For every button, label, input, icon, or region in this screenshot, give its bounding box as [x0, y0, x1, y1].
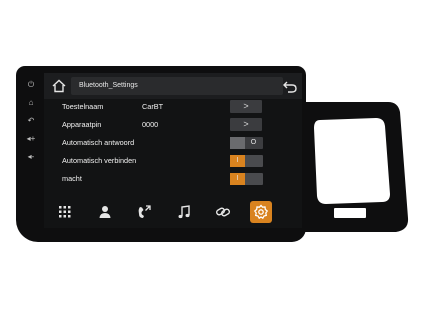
power-toggle[interactable]: I — [230, 173, 263, 185]
setting-label: macht — [62, 174, 82, 183]
settings-icon — [253, 204, 269, 220]
toggle-knob — [230, 137, 245, 149]
home-icon — [52, 79, 66, 93]
top-bar: Bluetooth_Settings — [44, 73, 302, 99]
setting-value: CarBT — [142, 102, 164, 111]
page-title: Bluetooth_Settings — [79, 82, 138, 89]
music-icon — [178, 205, 190, 219]
setting-row-power: macht I — [44, 170, 302, 188]
chevron-right-icon: > — [243, 119, 249, 129]
dock-settings[interactable] — [250, 201, 272, 223]
toggle-off-mark: O — [250, 139, 257, 146]
dock-music[interactable] — [173, 201, 195, 223]
volume-down-icon[interactable]: ◂- — [26, 152, 36, 162]
side-button-strip: ⏻ ⌂ ↶ ◂+ ◂- — [20, 70, 40, 230]
chevron-right-icon: > — [243, 101, 249, 111]
bottom-dock — [44, 197, 302, 228]
dock-contacts[interactable] — [94, 201, 116, 223]
dock-link[interactable] — [212, 201, 234, 223]
dock-dialpad[interactable] — [54, 201, 76, 223]
setting-label: Apparaatpin — [62, 120, 102, 129]
setting-label: Toestelnaam — [62, 102, 104, 111]
back-icon[interactable]: ↶ — [26, 116, 36, 126]
edit-device-name-button[interactable]: > — [230, 100, 262, 113]
volume-up-icon[interactable]: ◂+ — [26, 134, 36, 144]
setting-row-auto-answer: Automatisch antwoord O — [44, 134, 302, 152]
toggle-on-mark: I — [236, 175, 239, 182]
dock-call-log[interactable] — [133, 201, 155, 223]
call-log-icon — [138, 205, 151, 218]
edit-device-pin-button[interactable]: > — [230, 118, 262, 131]
toggle-on-mark: I — [236, 157, 239, 164]
contacts-icon — [99, 206, 111, 218]
auto-connect-toggle[interactable]: I — [230, 155, 263, 167]
power-icon[interactable]: ⏻ — [26, 80, 36, 90]
setting-label: Automatisch antwoord — [62, 138, 135, 147]
title-tab: Bluetooth_Settings — [71, 77, 283, 95]
screen: Bluetooth_Settings Toestelnaam CarBT > A… — [44, 73, 302, 228]
home-button[interactable] — [50, 77, 68, 95]
setting-value: 0000 — [142, 120, 159, 129]
setting-row-auto-connect: Automatisch verbinden I — [44, 152, 302, 170]
back-button[interactable] — [282, 77, 298, 95]
back-arrow-icon — [283, 81, 297, 93]
home-icon[interactable]: ⌂ — [26, 98, 36, 108]
setting-row-device-name: Toestelnaam CarBT > — [44, 98, 302, 116]
setting-row-device-pin: Apparaatpin 0000 > — [44, 116, 302, 134]
setting-label: Automatisch verbinden — [62, 156, 137, 165]
auto-answer-toggle[interactable]: O — [230, 137, 263, 149]
link-icon — [216, 207, 230, 217]
mounting-bracket — [300, 102, 409, 232]
dialpad-icon — [59, 206, 71, 218]
